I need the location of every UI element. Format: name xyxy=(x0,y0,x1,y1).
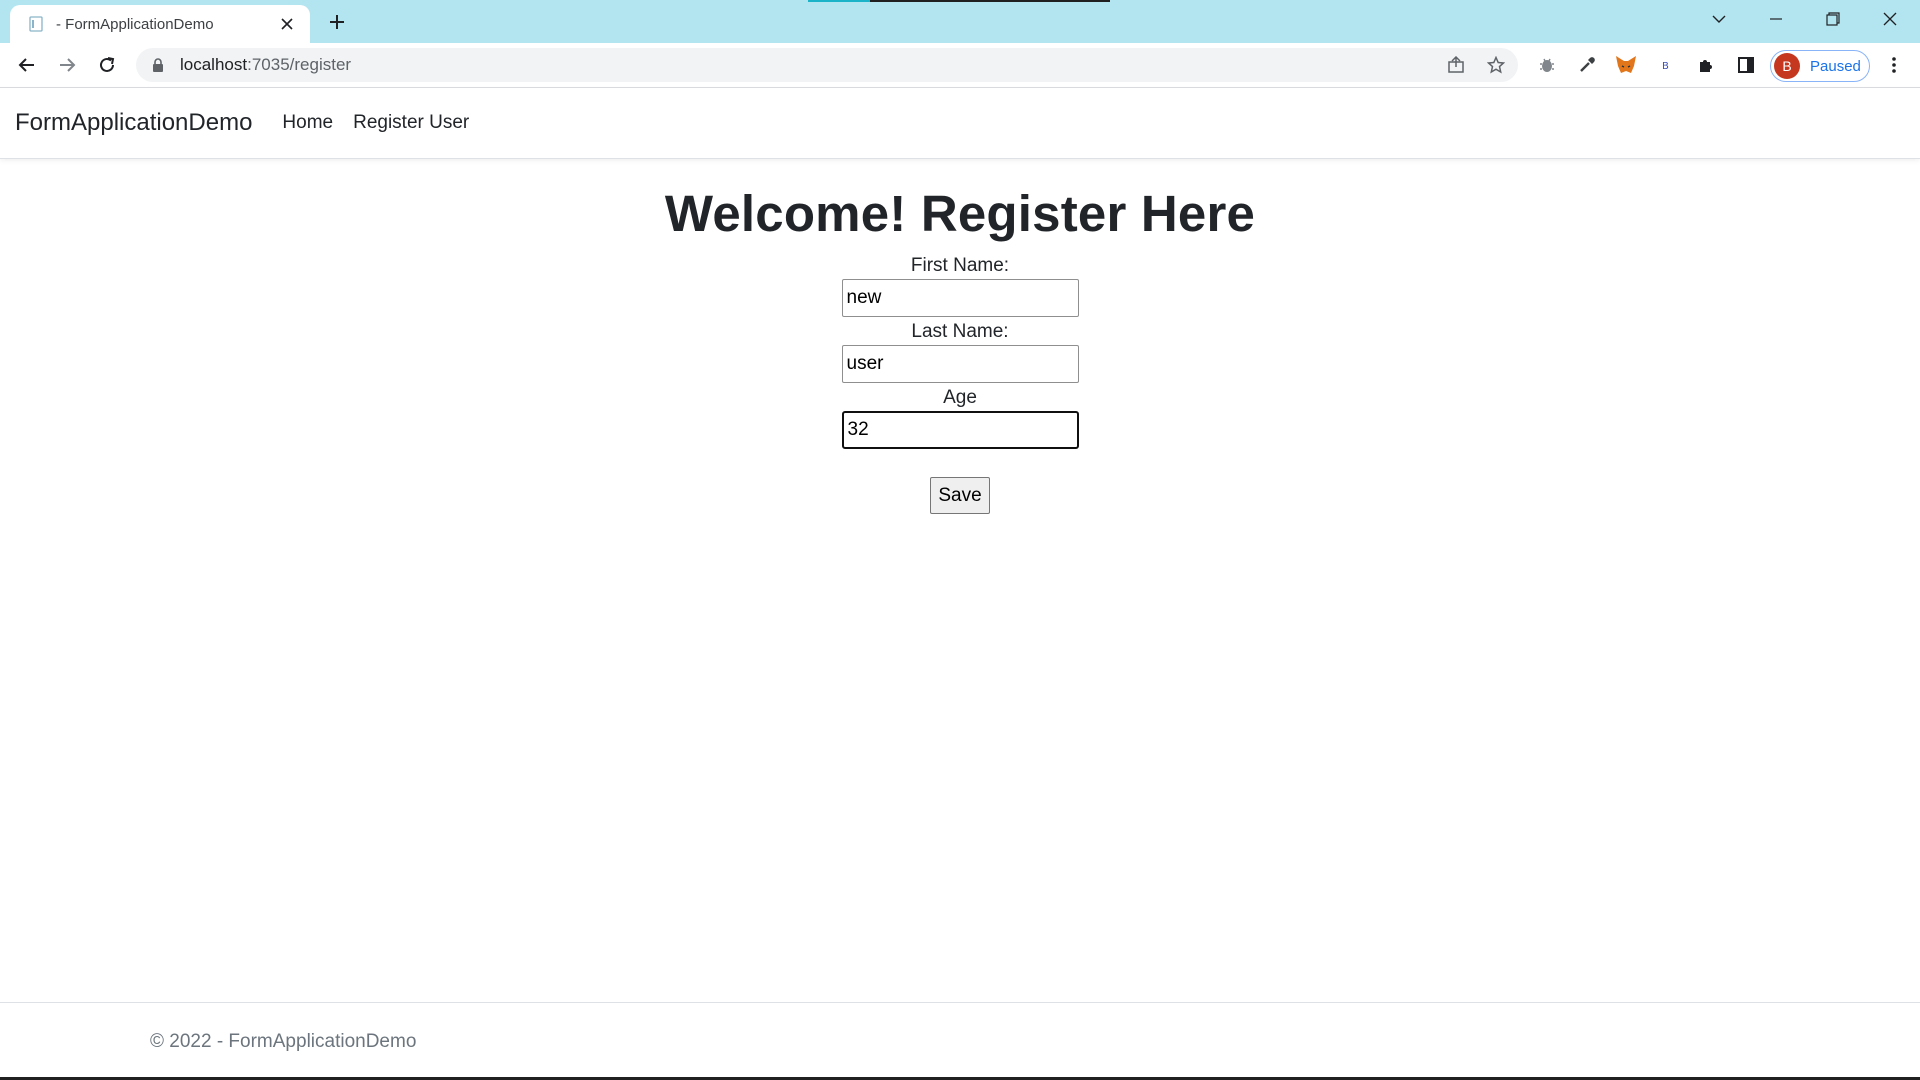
site-navbar: FormApplicationDemo Home Register User xyxy=(0,88,1920,159)
share-icon[interactable] xyxy=(1442,51,1470,79)
titlebar-accent xyxy=(808,0,870,2)
close-icon[interactable] xyxy=(276,13,298,35)
first-name-input[interactable] xyxy=(841,279,1079,317)
avatar: B xyxy=(1774,53,1800,79)
site-footer: © 2022 - FormApplicationDemo xyxy=(0,1002,1920,1080)
url-text: localhost:7035/register xyxy=(180,55,351,75)
nav-link-register-user[interactable]: Register User xyxy=(353,112,469,134)
bug-icon[interactable] xyxy=(1533,51,1561,79)
web-page: FormApplicationDemo Home Register User W… xyxy=(0,88,1920,1080)
star-icon[interactable] xyxy=(1482,51,1510,79)
browser-toolbar: localhost:7035/register B B Paused xyxy=(0,43,1920,88)
profile-button[interactable]: B Paused xyxy=(1770,50,1870,82)
titlebar-accent-dark xyxy=(870,0,1110,2)
save-button[interactable]: Save xyxy=(930,477,990,514)
nav-link-home[interactable]: Home xyxy=(282,112,333,134)
new-tab-button[interactable] xyxy=(322,8,352,36)
fox-icon[interactable] xyxy=(1612,51,1640,79)
minimize-icon[interactable] xyxy=(1748,0,1804,38)
first-name-label: First Name: xyxy=(910,255,1010,276)
profile-status: Paused xyxy=(1810,57,1861,75)
kebab-menu-icon[interactable] xyxy=(1880,51,1908,79)
chevron-down-icon[interactable] xyxy=(1691,0,1747,38)
arrow-right-icon[interactable] xyxy=(51,49,83,81)
last-name-input[interactable] xyxy=(841,345,1079,383)
age-input[interactable] xyxy=(841,411,1079,449)
age-label: Age xyxy=(943,387,977,408)
window-close-icon[interactable] xyxy=(1862,0,1918,38)
lock-icon[interactable] xyxy=(150,57,166,73)
document-icon xyxy=(26,14,46,34)
url-host: localhost xyxy=(180,55,248,74)
eyedropper-icon[interactable] xyxy=(1573,51,1601,79)
register-form: First Name: Last Name: Age Save xyxy=(0,253,1920,514)
footer-copyright: © 2022 - FormApplicationDemo xyxy=(150,1030,417,1052)
b-extension-icon[interactable]: B xyxy=(1652,51,1680,79)
url-path: :7035/register xyxy=(247,55,352,74)
site-brand[interactable]: FormApplicationDemo xyxy=(15,109,252,137)
arrow-left-icon[interactable] xyxy=(11,49,43,81)
last-name-label: Last Name: xyxy=(911,321,1009,342)
browser-tab[interactable]: - FormApplicationDemo xyxy=(10,5,310,43)
address-bar[interactable]: localhost:7035/register xyxy=(136,48,1518,82)
svg-text:B: B xyxy=(1662,61,1669,72)
puzzle-icon[interactable] xyxy=(1692,51,1720,79)
reload-icon[interactable] xyxy=(91,49,123,81)
browser-titlebar: - FormApplicationDemo xyxy=(0,0,1920,43)
tab-title: - FormApplicationDemo xyxy=(56,15,214,33)
page-title: Welcome! Register Here xyxy=(664,185,1256,242)
side-panel-icon[interactable] xyxy=(1732,51,1760,79)
main-content: Welcome! Register Here First Name: Last … xyxy=(0,184,1920,514)
restore-icon[interactable] xyxy=(1805,0,1861,38)
